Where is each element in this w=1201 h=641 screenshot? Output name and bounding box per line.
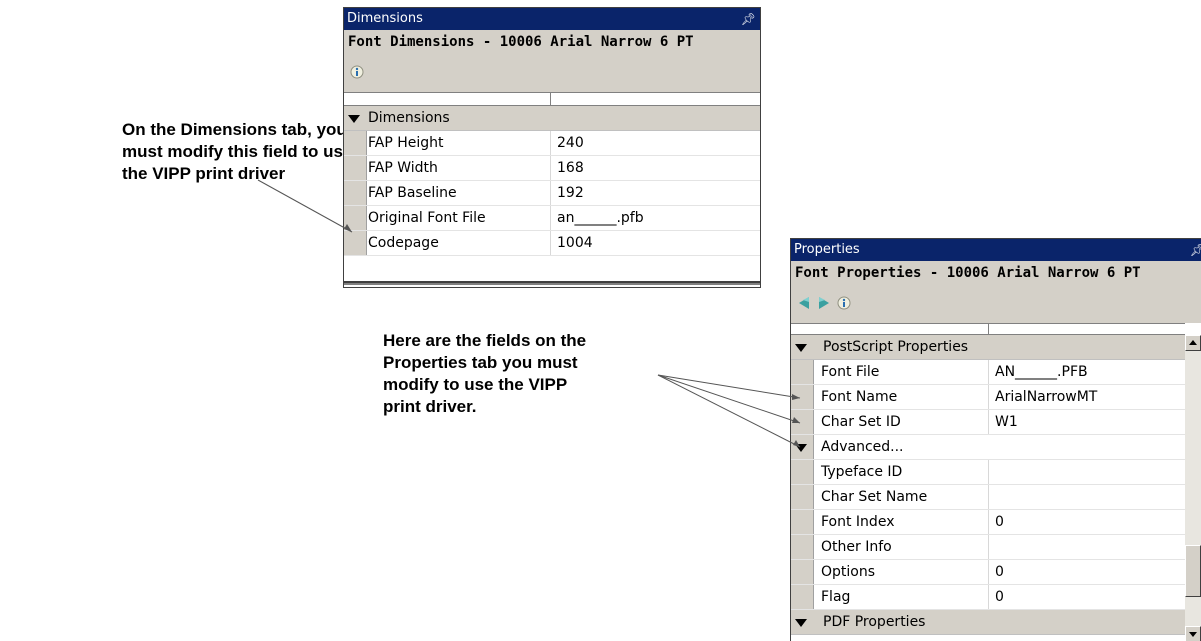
property-name: Font Index [821, 514, 895, 530]
property-row[interactable]: Original Font File an______.pfb [344, 206, 760, 231]
scroll-thumb[interactable] [1185, 545, 1201, 597]
property-row[interactable]: Char Set Name [791, 485, 1185, 510]
property-row[interactable]: Flag 0 [791, 585, 1185, 610]
forward-arrow-icon[interactable] [817, 296, 831, 310]
group-row-advanced[interactable]: Advanced... [791, 435, 1185, 460]
property-value[interactable]: 0 [995, 560, 1004, 585]
property-name: Typeface ID [821, 464, 903, 480]
dimensions-bottom-border [344, 281, 760, 285]
property-row[interactable]: Font Index 0 [791, 510, 1185, 535]
group-label: PDF Properties [823, 614, 926, 630]
property-value[interactable]: 1004 [557, 231, 593, 256]
collapse-triangle-icon[interactable] [795, 444, 807, 452]
property-name: FAP Height [368, 135, 444, 151]
property-row[interactable]: FAP Height 240 [344, 131, 760, 156]
collapse-triangle-icon[interactable] [348, 115, 360, 123]
dimensions-callout: On the Dimensions tab, you must modify t… [122, 120, 353, 183]
pointer-line-font-file [657, 374, 801, 399]
properties-header: Font Properties - 10006 Arial Narrow 6 P… [791, 261, 1201, 323]
property-name: FAP Baseline [368, 185, 457, 201]
dimensions-header: Font Dimensions - 10006 Arial Narrow 6 P… [344, 30, 760, 92]
dimensions-pointer-line [257, 179, 353, 233]
dimensions-subtitle: Font Dimensions - 10006 Arial Narrow 6 P… [348, 34, 694, 50]
group-row-pdf[interactable]: PDF Properties [791, 610, 1185, 635]
pin-icon[interactable]: 📌︎ [741, 8, 756, 30]
property-row[interactable]: Codepage 1004 [344, 231, 760, 256]
property-row[interactable]: Typeface ID [791, 460, 1185, 485]
property-value[interactable]: an______.pfb [557, 206, 644, 231]
group-label: Dimensions [368, 110, 450, 126]
scroll-down-button[interactable] [1185, 626, 1201, 641]
scroll-up-icon [1189, 340, 1197, 345]
property-row[interactable]: FAP Baseline 192 [344, 181, 760, 206]
info-icon[interactable] [837, 296, 851, 310]
collapse-triangle-icon[interactable] [795, 344, 807, 352]
property-row[interactable]: Other Info [791, 535, 1185, 560]
property-value[interactable]: 0 [995, 510, 1004, 535]
property-name: Char Set Name [821, 489, 928, 505]
property-row[interactable]: Options 0 [791, 560, 1185, 585]
property-row[interactable]: Char Set ID W1 [791, 410, 1185, 435]
group-label: PostScript Properties [823, 339, 969, 355]
property-value[interactable]: 192 [557, 181, 584, 206]
property-value[interactable]: 240 [557, 131, 584, 156]
property-value[interactable]: W1 [995, 410, 1018, 435]
properties-panel: Properties 📌︎ Font Properties - 10006 Ar… [790, 238, 1201, 641]
group-label: Advanced... [821, 439, 904, 455]
scroll-up-button[interactable] [1185, 335, 1201, 351]
property-name: Codepage [368, 235, 439, 251]
collapse-triangle-icon[interactable] [795, 619, 807, 627]
property-value[interactable]: 168 [557, 156, 584, 181]
property-name: Options [821, 564, 876, 580]
properties-toolbar [797, 291, 851, 315]
dimensions-title: Dimensions [347, 11, 423, 26]
back-arrow-icon[interactable] [797, 296, 811, 310]
property-name: Flag [821, 589, 851, 605]
group-row-postscript[interactable]: PostScript Properties [791, 335, 1185, 360]
properties-grid-header [791, 323, 1185, 335]
info-icon[interactable] [350, 65, 364, 79]
pin-icon[interactable]: 📌︎ [1190, 239, 1201, 261]
property-name: Other Info [821, 539, 892, 555]
properties-callout: Here are the fields on the Properties ta… [383, 331, 587, 416]
dimensions-grid: Dimensions FAP Height 240 FAP Width 168 … [344, 92, 760, 287]
dimensions-group-row[interactable]: Dimensions [344, 106, 760, 131]
property-name: Char Set ID [821, 414, 901, 430]
property-value[interactable]: AN______.PFB [995, 360, 1088, 385]
pointer-line-char-set-id [657, 374, 801, 448]
property-row[interactable]: FAP Width 168 [344, 156, 760, 181]
dimensions-toolbar [350, 60, 364, 84]
scroll-down-icon [1189, 632, 1197, 637]
property-row[interactable]: Font Name ArialNarrowMT [791, 385, 1185, 410]
property-name: FAP Width [368, 160, 438, 176]
dimensions-panel: Dimensions 📌︎ Font Dimensions - 10006 Ar… [343, 7, 761, 288]
property-row[interactable]: Font File AN______.PFB [791, 360, 1185, 385]
properties-title: Properties [794, 242, 860, 257]
property-value[interactable]: 0 [995, 585, 1004, 610]
properties-scrollbar[interactable] [1185, 335, 1201, 641]
property-name: Font File [821, 364, 880, 380]
property-name: Font Name [821, 389, 898, 405]
properties-subtitle: Font Properties - 10006 Arial Narrow 6 P… [795, 265, 1141, 281]
dimensions-grid-header [344, 92, 760, 106]
dimensions-titlebar: Dimensions 📌︎ [344, 8, 760, 30]
properties-grid: PostScript Properties Font File AN______… [791, 323, 1185, 641]
pointer-line-font-name [657, 374, 801, 424]
property-value[interactable]: ArialNarrowMT [995, 385, 1097, 410]
property-name: Original Font File [368, 210, 486, 226]
properties-titlebar: Properties 📌︎ [791, 239, 1201, 261]
